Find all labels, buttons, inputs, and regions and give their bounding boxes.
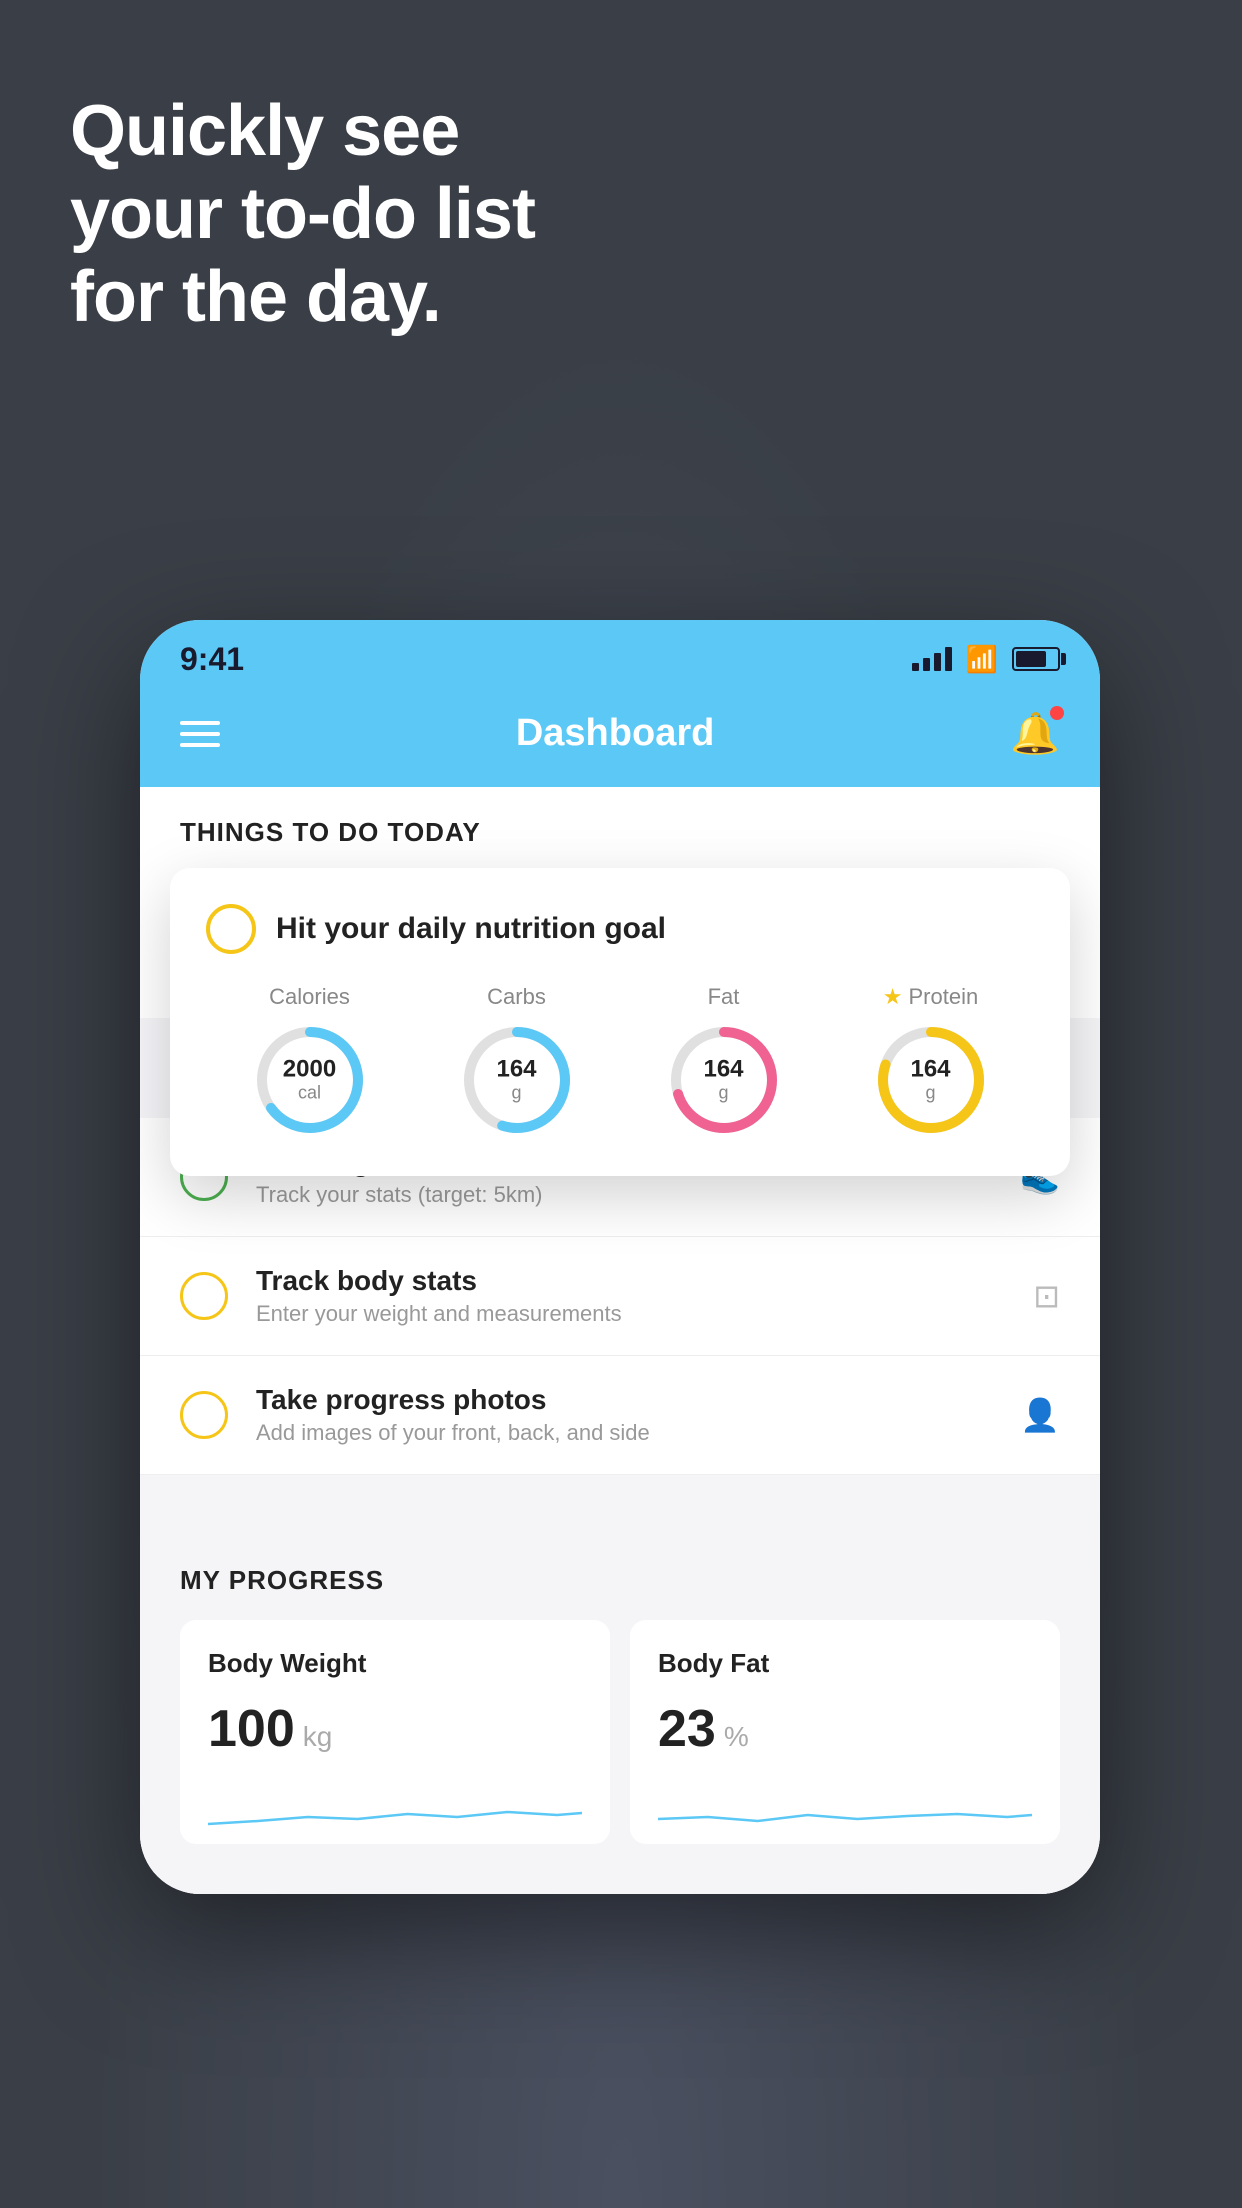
status-icons: 📶 [912, 644, 1060, 675]
todo-circle-nutrition[interactable] [206, 904, 256, 954]
content-area: THINGS TO DO TODAY Hit your daily nutrit… [140, 787, 1100, 1894]
body-weight-title: Body Weight [208, 1648, 582, 1679]
phone-mockup: 9:41 📶 Dashboard 🔔 [140, 620, 1100, 1894]
calories-donut: 2000 cal [250, 1020, 370, 1140]
nutrition-protein: ★ Protein 164 g [871, 984, 991, 1140]
body-fat-card[interactable]: Body Fat 23 % [630, 1620, 1060, 1844]
progress-header: MY PROGRESS [180, 1565, 1060, 1596]
notification-dot [1050, 706, 1064, 720]
carbs-label: Carbs [487, 984, 546, 1010]
protein-label-row: ★ Protein [883, 984, 978, 1010]
todo-item-progress-photos[interactable]: Take progress photos Add images of your … [140, 1356, 1100, 1475]
fat-value: 164 [703, 1056, 743, 1082]
body-weight-chart [208, 1779, 582, 1839]
body-stats-subtitle: Enter your weight and measurements [256, 1301, 1005, 1327]
card-title: Hit your daily nutrition goal [276, 912, 666, 946]
top-nav: Dashboard 🔔 [140, 690, 1100, 787]
nutrition-carbs: Carbs 164 g [457, 984, 577, 1140]
things-section-header: THINGS TO DO TODAY [140, 787, 1100, 868]
headline: Quickly see your to-do list for the day. [70, 90, 535, 338]
card-title-row: Hit your daily nutrition goal [206, 904, 1034, 954]
protein-value: 164 [910, 1056, 950, 1082]
body-weight-card[interactable]: Body Weight 100 kg [180, 1620, 610, 1844]
nutrition-row: Calories 2000 cal [206, 984, 1034, 1140]
nutrition-fat: Fat 164 g [664, 984, 784, 1140]
carbs-unit: g [511, 1083, 521, 1103]
hamburger-menu[interactable] [180, 721, 220, 747]
carbs-donut: 164 g [457, 1020, 577, 1140]
protein-donut: 164 g [871, 1020, 991, 1140]
body-weight-number: 100 [208, 1699, 295, 1759]
body-weight-value-row: 100 kg [208, 1699, 582, 1759]
progress-cards: Body Weight 100 kg Body Fat 23 % [180, 1620, 1060, 1844]
status-time: 9:41 [180, 641, 244, 678]
body-stats-text: Track body stats Enter your weight and m… [256, 1265, 1005, 1327]
progress-photos-text: Take progress photos Add images of your … [256, 1384, 992, 1446]
nav-title: Dashboard [516, 712, 714, 755]
body-fat-value-row: 23 % [658, 1699, 1032, 1759]
progress-photos-title: Take progress photos [256, 1384, 992, 1416]
progress-photos-circle [180, 1391, 228, 1439]
fat-donut: 164 g [664, 1020, 784, 1140]
body-fat-title: Body Fat [658, 1648, 1032, 1679]
progress-section: MY PROGRESS Body Weight 100 kg Body Fat [140, 1525, 1100, 1894]
todo-item-body-stats[interactable]: Track body stats Enter your weight and m… [140, 1237, 1100, 1356]
body-stats-title: Track body stats [256, 1265, 1005, 1297]
protein-unit: g [925, 1083, 935, 1103]
fat-unit: g [718, 1083, 728, 1103]
fat-label: Fat [708, 984, 740, 1010]
body-stats-circle [180, 1272, 228, 1320]
battery-icon [1012, 647, 1060, 671]
scale-icon: ⊡ [1033, 1277, 1060, 1315]
wifi-icon: 📶 [966, 644, 998, 675]
protein-label: Protein [909, 984, 979, 1010]
person-icon: 👤 [1020, 1396, 1060, 1434]
calories-label: Calories [269, 984, 350, 1010]
body-fat-unit: % [724, 1721, 749, 1753]
body-fat-number: 23 [658, 1699, 716, 1759]
calories-value: 2000 [283, 1056, 336, 1082]
running-subtitle: Track your stats (target: 5km) [256, 1182, 992, 1208]
progress-photos-subtitle: Add images of your front, back, and side [256, 1420, 992, 1446]
status-bar: 9:41 📶 [140, 620, 1100, 690]
notification-bell-icon[interactable]: 🔔 [1010, 710, 1060, 757]
body-fat-chart [658, 1779, 1032, 1839]
body-weight-unit: kg [303, 1721, 333, 1753]
signal-icon [912, 647, 952, 671]
nutrition-card: Hit your daily nutrition goal Calories [170, 868, 1070, 1176]
calories-unit: cal [298, 1083, 321, 1103]
nutrition-calories: Calories 2000 cal [250, 984, 370, 1140]
carbs-value: 164 [496, 1056, 536, 1082]
star-icon: ★ [883, 984, 903, 1010]
